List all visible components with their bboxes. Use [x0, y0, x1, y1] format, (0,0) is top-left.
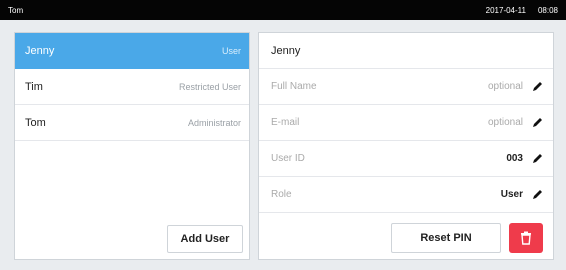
detail-actions: Reset PIN	[391, 223, 543, 253]
user-item-tim[interactable]: Tim Restricted User	[15, 69, 249, 105]
add-user-button[interactable]: Add User	[167, 225, 243, 253]
user-name: Jenny	[25, 45, 55, 57]
status-bar: Tom 2017-04-11 08:08	[0, 0, 566, 20]
date: 2017-04-11	[485, 5, 526, 15]
user-role: Restricted User	[178, 81, 241, 92]
pencil-icon[interactable]	[531, 117, 543, 129]
field-value: 003	[506, 153, 523, 164]
delete-user-button[interactable]	[509, 223, 543, 253]
user-name-field[interactable]: Jenny	[259, 33, 553, 69]
reset-pin-button[interactable]: Reset PIN	[391, 223, 501, 253]
main-area: Jenny User Tim Restricted User Tom Admin…	[14, 32, 554, 264]
user-detail-panel: Jenny Full Name optional E-mail optional…	[258, 32, 554, 260]
field-value: optional	[487, 117, 523, 128]
user-role: Administrator	[187, 117, 241, 128]
field-value: User	[500, 189, 523, 200]
full-name-field[interactable]: Full Name optional	[259, 69, 553, 105]
user-item-jenny[interactable]: Jenny User	[15, 33, 249, 69]
user-list-panel: Jenny User Tim Restricted User Tom Admin…	[14, 32, 250, 260]
user-role: User	[221, 46, 241, 56]
field-label: Role	[271, 189, 292, 200]
pencil-icon[interactable]	[531, 189, 543, 201]
user-item-tom[interactable]: Tom Administrator	[15, 105, 249, 141]
field-label: Full Name	[271, 81, 317, 92]
current-user: Tom	[8, 5, 24, 15]
time: 08:08	[537, 5, 558, 15]
field-label: User ID	[271, 153, 305, 164]
pencil-icon[interactable]	[531, 81, 543, 93]
clock: 2017-04-11 08:08	[486, 6, 558, 15]
user-id-field[interactable]: User ID 003	[259, 141, 553, 177]
role-field[interactable]: Role User	[259, 177, 553, 213]
field-value: optional	[487, 81, 523, 92]
email-field[interactable]: E-mail optional	[259, 105, 553, 141]
user-name: Tom	[25, 116, 46, 129]
user-name: Tim	[25, 80, 43, 93]
trash-icon	[521, 231, 531, 245]
pencil-icon[interactable]	[531, 153, 543, 165]
field-label: E-mail	[271, 117, 300, 128]
